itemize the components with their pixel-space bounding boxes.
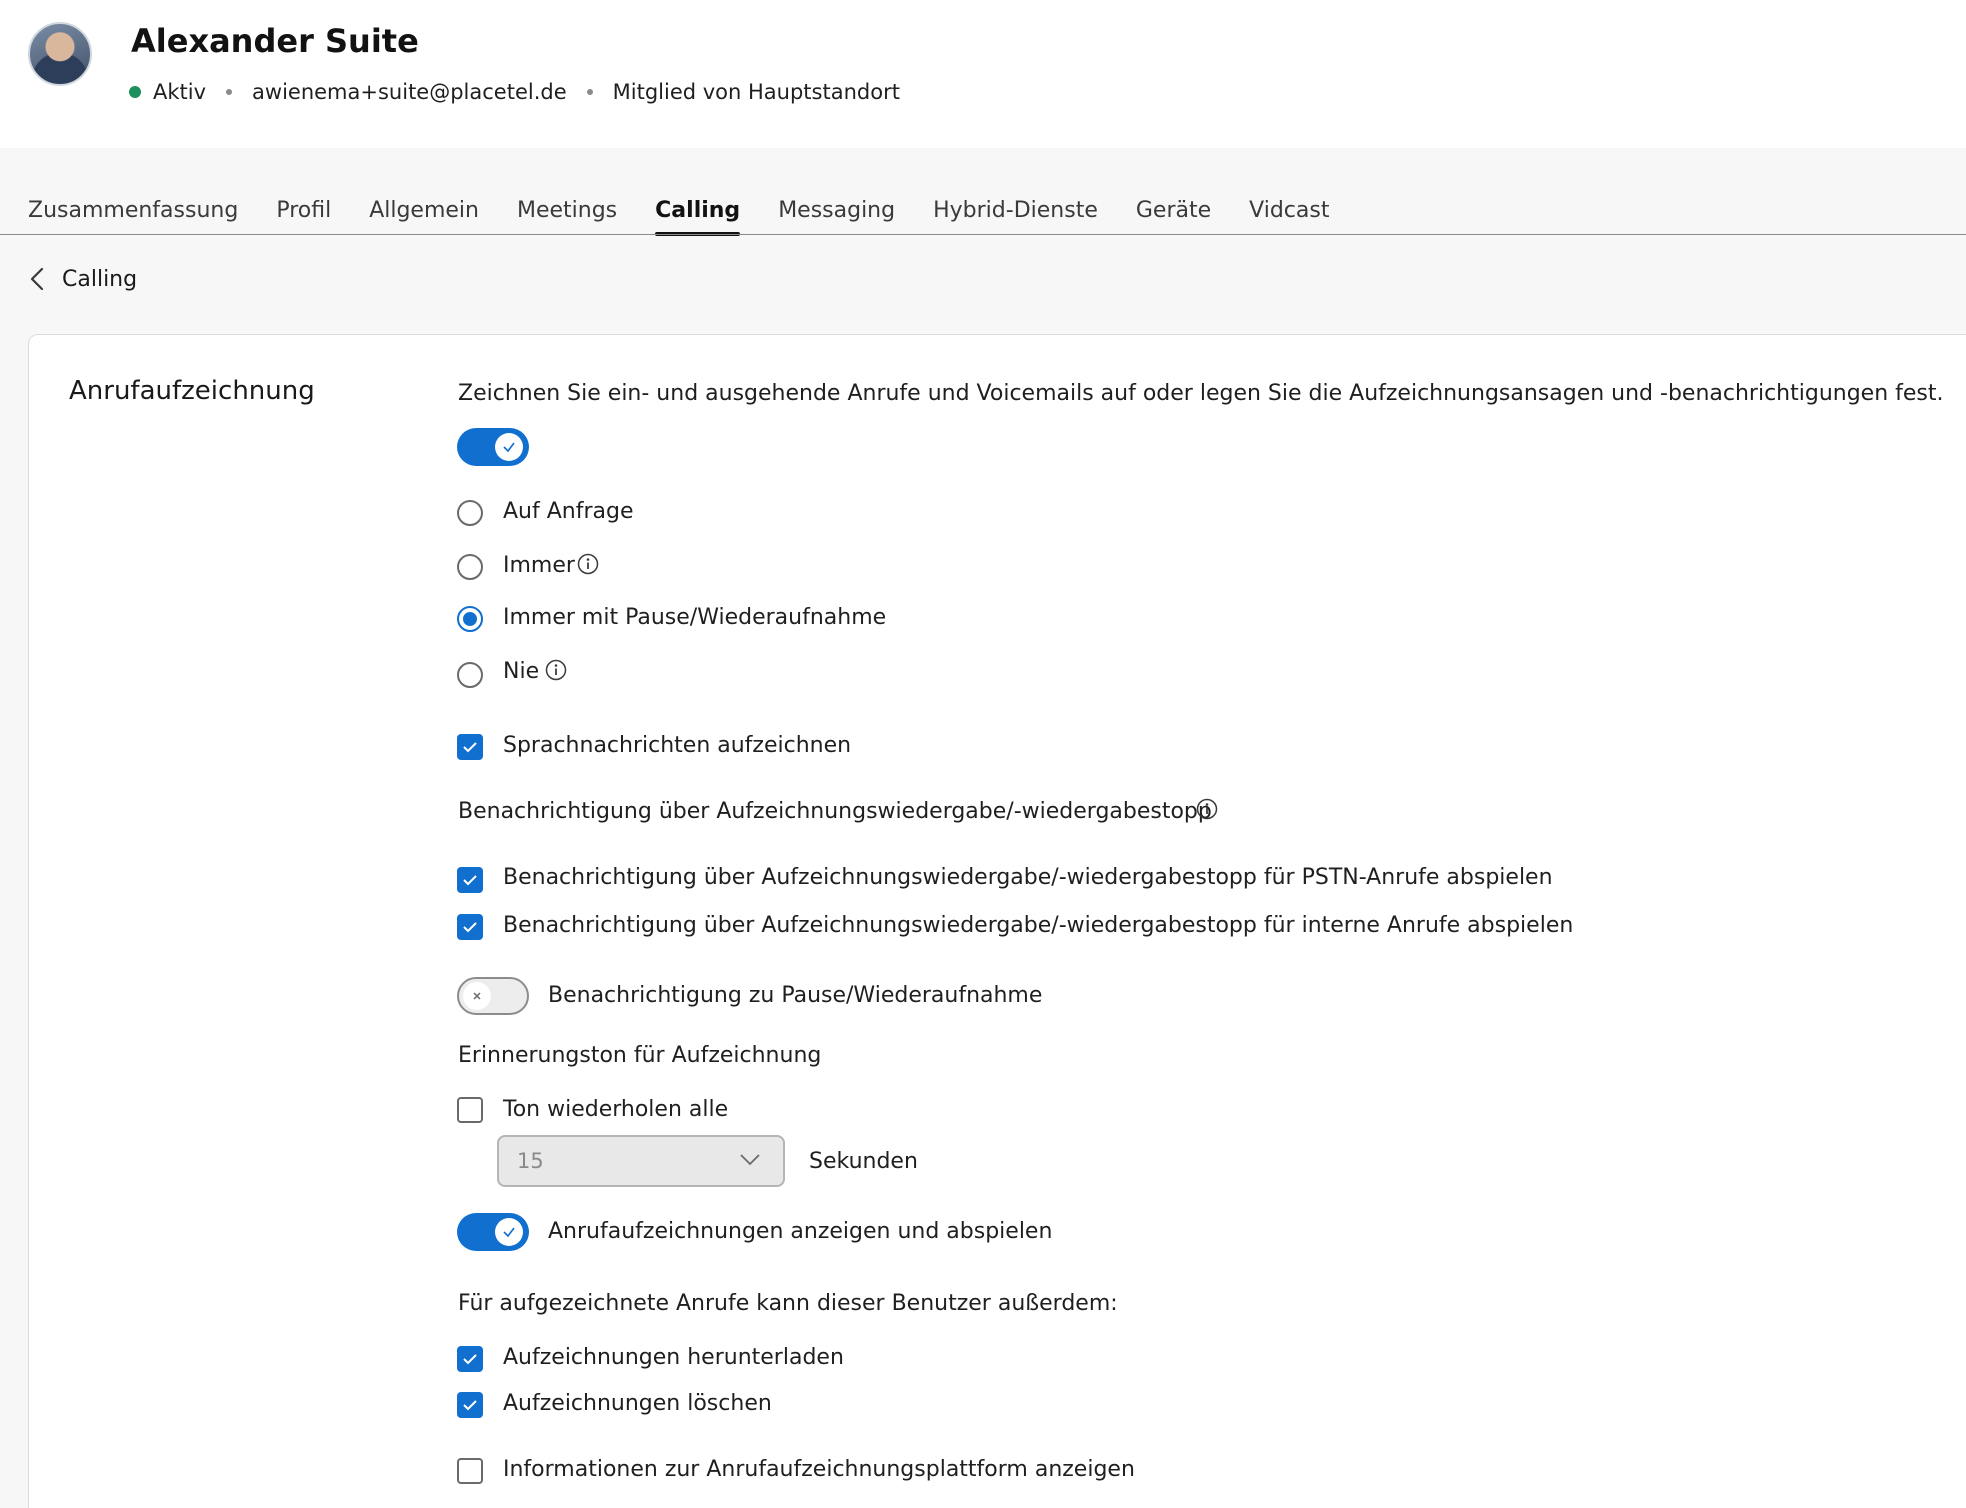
notification-internal-label: Benachrichtigung über Aufzeichnungswiede…	[503, 913, 1574, 938]
recording-toggle[interactable]	[457, 428, 529, 466]
notification-heading: Benachrichtigung über Aufzeichnungswiede…	[458, 799, 1212, 824]
record-voicemail-checkbox[interactable]	[457, 734, 483, 760]
section-description: Zeichnen Sie ein- und ausgehende Anrufe …	[458, 381, 1944, 406]
show-play-toggle[interactable]	[457, 1213, 529, 1251]
back-link[interactable]: Calling	[30, 262, 137, 296]
check-icon	[495, 1218, 523, 1246]
checkmark-icon	[463, 1400, 477, 1411]
radio-label-immer: Immer	[503, 553, 575, 578]
notification-internal-checkbox[interactable]	[457, 914, 483, 940]
record-voicemail-label: Sprachnachrichten aufzeichnen	[503, 733, 852, 758]
download-checkbox[interactable]	[457, 1346, 483, 1372]
interval-select-value: 15	[517, 1149, 544, 1173]
radio-label-immer-mit-pause: Immer mit Pause/Wiederaufnahme	[503, 605, 887, 630]
delete-checkbox[interactable]	[457, 1392, 483, 1418]
info-icon[interactable]	[545, 659, 567, 681]
tab-messaging[interactable]: Messaging	[778, 192, 895, 236]
pause-notification-label: Benachrichtigung zu Pause/Wiederaufnahme	[548, 983, 1043, 1008]
show-play-label: Anrufaufzeichnungen anzeigen und abspiel…	[548, 1219, 1053, 1244]
tab-bar: Zusammenfassung Profil Allgemein Meeting…	[28, 192, 1367, 236]
notification-pstn-label: Benachrichtigung über Aufzeichnungswiede…	[503, 865, 1553, 890]
tab-meetings[interactable]: Meetings	[517, 192, 617, 236]
pause-notification-toggle[interactable]	[457, 977, 529, 1015]
check-icon	[495, 433, 523, 461]
tab-profil[interactable]: Profil	[276, 192, 331, 236]
tab-vidcast[interactable]: Vidcast	[1249, 192, 1329, 236]
tab-geraete[interactable]: Geräte	[1136, 192, 1211, 236]
tab-calling[interactable]: Calling	[655, 192, 741, 236]
platform-info-checkbox[interactable]	[457, 1458, 483, 1484]
repeat-tone-checkbox[interactable]	[457, 1097, 483, 1123]
checkmark-icon	[463, 875, 477, 886]
radio-auf-anfrage[interactable]	[457, 500, 483, 526]
checkmark-icon	[463, 742, 477, 753]
radio-label-auf-anfrage: Auf Anfrage	[503, 499, 634, 524]
tab-divider	[0, 234, 1966, 235]
repeat-tone-label: Ton wiederholen alle	[503, 1097, 729, 1122]
user-membership: Mitglied von Hauptstandort	[612, 80, 900, 104]
radio-immer-mit-pause[interactable]	[457, 606, 483, 632]
info-icon[interactable]	[577, 553, 599, 575]
status-dot-icon	[129, 86, 141, 98]
chevron-down-icon	[740, 1154, 760, 1166]
separator-dot	[226, 89, 233, 95]
user-email: awienema+suite@placetel.de	[252, 80, 567, 104]
notification-pstn-checkbox[interactable]	[457, 867, 483, 893]
section-title: Anrufaufzeichnung	[69, 376, 315, 406]
tab-allgemein[interactable]: Allgemein	[369, 192, 479, 236]
delete-label: Aufzeichnungen löschen	[503, 1391, 772, 1416]
back-link-label: Calling	[62, 266, 138, 292]
reminder-heading: Erinnerungston für Aufzeichnung	[458, 1043, 822, 1068]
tab-hybrid-dienste[interactable]: Hybrid-Dienste	[933, 192, 1098, 236]
user-meta: Aktiv awienema+suite@placetel.de Mitglie…	[129, 78, 900, 106]
download-label: Aufzeichnungen herunterladen	[503, 1345, 844, 1370]
interval-select[interactable]: 15	[497, 1135, 785, 1187]
chevron-left-icon	[30, 267, 44, 291]
radio-immer[interactable]	[457, 554, 483, 580]
separator-dot	[586, 89, 593, 95]
avatar	[28, 22, 92, 86]
checkmark-icon	[463, 922, 477, 933]
checkmark-icon	[463, 1354, 477, 1365]
tab-zusammenfassung[interactable]: Zusammenfassung	[28, 192, 238, 236]
radio-nie[interactable]	[457, 662, 483, 688]
close-icon	[463, 982, 491, 1010]
radio-label-nie: Nie	[503, 659, 540, 684]
platform-info-label: Informationen zur Anrufaufzeichnungsplat…	[503, 1457, 1135, 1482]
user-header: Alexander Suite Aktiv awienema+suite@pla…	[0, 0, 1966, 148]
user-can-heading: Für aufgezeichnete Anrufe kann dieser Be…	[458, 1291, 1118, 1316]
user-name: Alexander Suite	[131, 22, 419, 60]
status-text: Aktiv	[153, 80, 207, 104]
info-icon[interactable]	[1196, 798, 1218, 820]
interval-unit: Sekunden	[809, 1149, 918, 1174]
